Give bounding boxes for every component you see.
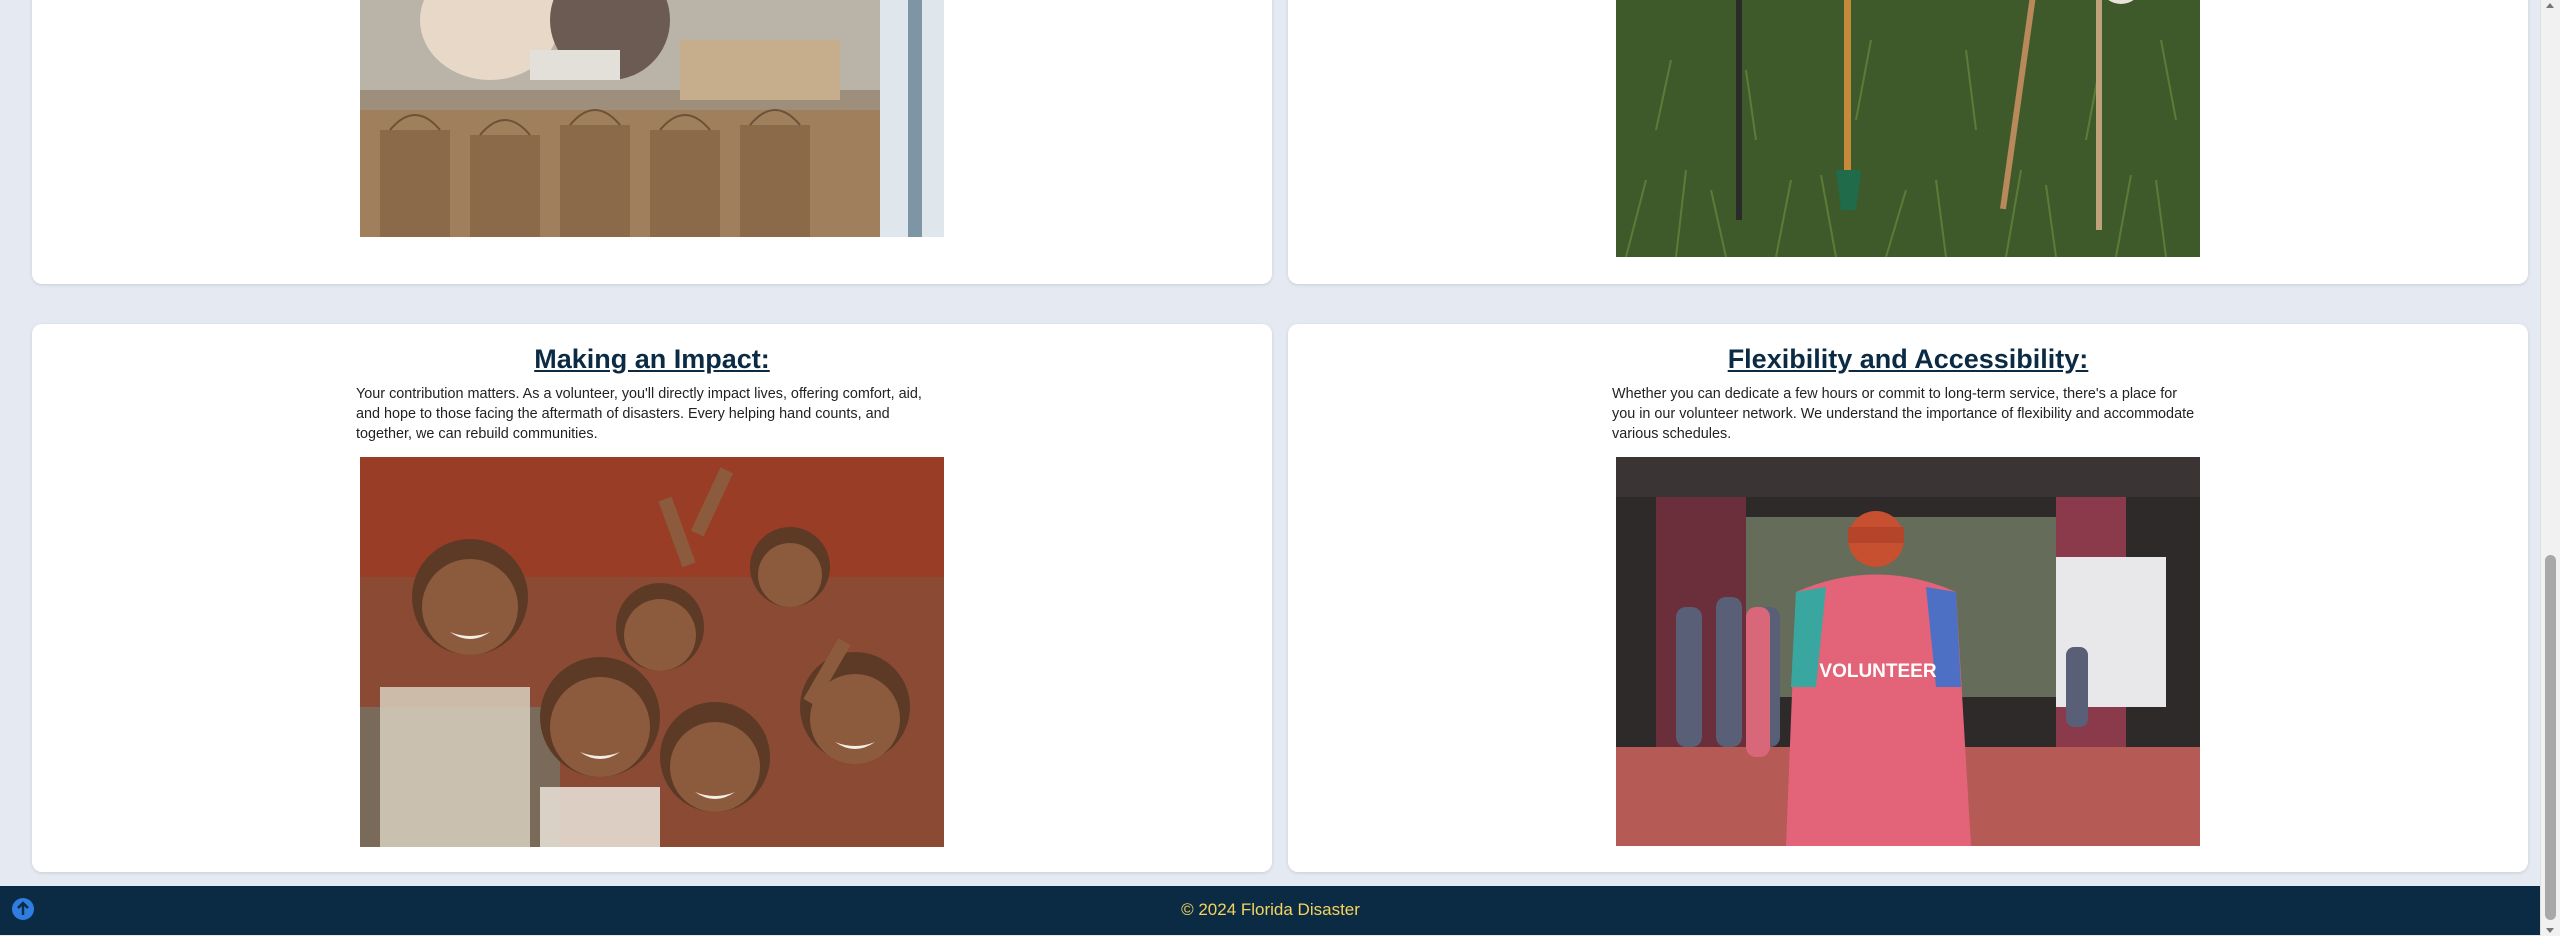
scroll-thumb[interactable]: [2545, 555, 2556, 920]
volunteer-photo: VOLUNTEER: [1616, 457, 2200, 846]
card-description: Whether you can dedicate a few hours or …: [1612, 386, 2195, 442]
card-title: Flexibility and Accessibility:: [1727, 344, 2089, 374]
card-garden-tools: [1288, 0, 2528, 284]
footer-copyright: © 2024 Florida Disaster: [1181, 900, 1360, 919]
scroll-down-icon[interactable]: [2546, 928, 2554, 933]
vertical-scrollbar[interactable]: [2540, 0, 2560, 936]
children-photo: [360, 457, 944, 847]
food-packing-photo: [360, 0, 944, 237]
svg-text:VOLUNTEER: VOLUNTEER: [1819, 661, 1936, 682]
scroll-up-icon[interactable]: [2546, 3, 2554, 8]
garden-tools-photo: [1616, 0, 2200, 257]
card-food-packing: [32, 0, 1272, 284]
card-title: Making an Impact:: [534, 344, 770, 374]
page: Making an Impact: Your contribution matt…: [0, 0, 2541, 936]
card-making-an-impact: Making an Impact: Your contribution matt…: [32, 324, 1272, 872]
card-flexibility-and-accessibility: Flexibility and Accessibility: Whether y…: [1288, 324, 2528, 872]
site-footer: © 2024 Florida Disaster: [0, 886, 2541, 935]
card-description: Your contribution matters. As a voluntee…: [356, 386, 922, 442]
